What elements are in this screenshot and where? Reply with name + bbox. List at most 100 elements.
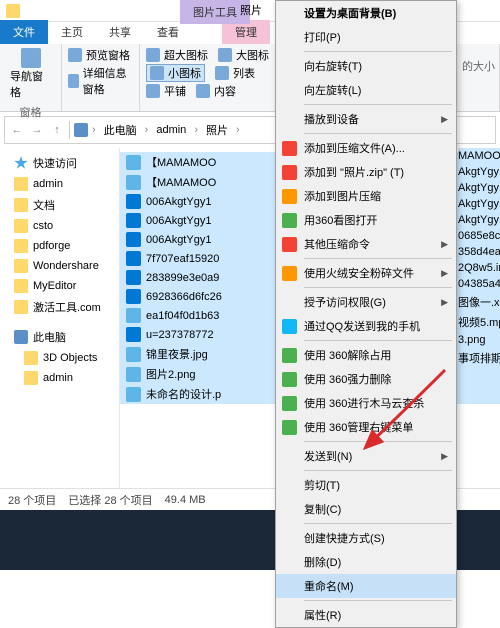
menu-item[interactable]: 设置为桌面背景(B) bbox=[276, 1, 456, 25]
nav-pane-button[interactable]: 导航窗格 bbox=[6, 46, 55, 102]
file-item[interactable]: 图像一.xcf bbox=[458, 292, 500, 312]
file-name: 图片2.png bbox=[146, 366, 196, 382]
menu-separator bbox=[304, 51, 452, 52]
menu-item[interactable]: 创建快捷方式(S) bbox=[276, 526, 456, 550]
file-item[interactable]: AkgtYgy1h bbox=[458, 212, 500, 228]
sidebar-item[interactable]: admin bbox=[0, 368, 119, 388]
menu-item[interactable]: 向右旋转(T) bbox=[276, 54, 456, 78]
preview-pane-icon bbox=[68, 48, 82, 62]
menu-item[interactable]: 添加到 "照片.zip" (T) bbox=[276, 160, 456, 184]
menu-item-label: 添加到图片压缩 bbox=[304, 188, 381, 204]
back-icon[interactable]: ← bbox=[9, 124, 25, 136]
menu-item-label: 其他压缩命令 bbox=[304, 236, 370, 252]
menu-item[interactable]: 使用 360进行木马云查杀 bbox=[276, 391, 456, 415]
file-name: 事项排期表 bbox=[458, 350, 500, 366]
file-item[interactable]: 358d4ea0e bbox=[458, 244, 500, 260]
menu-item-label: 设置为桌面背景(B) bbox=[304, 5, 396, 21]
sidebar-item[interactable]: pdforge bbox=[0, 236, 119, 256]
view-large[interactable]: 大图标 bbox=[218, 46, 269, 64]
file-name: 283899e3e0a9 bbox=[146, 272, 219, 284]
crumb-user[interactable]: admin bbox=[152, 122, 190, 138]
file-name: AkgtYgy1h bbox=[458, 214, 500, 226]
menu-item-label: 删除(D) bbox=[304, 554, 341, 570]
menu-item[interactable]: 属性(R) bbox=[276, 603, 456, 627]
submenu-arrow-icon: ▶ bbox=[441, 239, 448, 250]
crumb-this-pc[interactable]: 此电脑 bbox=[100, 120, 141, 140]
file-item[interactable]: 视频5.mp4 bbox=[458, 312, 500, 332]
view-list[interactable]: 列表 bbox=[215, 64, 255, 82]
menu-item[interactable]: 剪切(T) bbox=[276, 473, 456, 497]
file-name: 2Q8w5.im bbox=[458, 262, 500, 274]
sidebar-item[interactable]: 3D Objects bbox=[0, 348, 119, 368]
menu-item[interactable]: 向左旋转(L) bbox=[276, 78, 456, 102]
sidebar-item[interactable]: 文档 bbox=[0, 194, 119, 216]
sidebar-item[interactable]: Wondershare bbox=[0, 256, 119, 276]
file-item[interactable]: 0685e8ced bbox=[458, 228, 500, 244]
file-name: 6928366d6fc26 bbox=[146, 291, 222, 303]
menu-item[interactable]: 打印(P) bbox=[276, 25, 456, 49]
menu-separator bbox=[304, 470, 452, 471]
file-item[interactable]: AkgtYgy1h bbox=[458, 196, 500, 212]
file-item[interactable]: 事项排期表 bbox=[458, 348, 500, 368]
menu-item-label: 剪切(T) bbox=[304, 477, 340, 493]
forward-icon[interactable]: → bbox=[29, 124, 45, 136]
view-extra-large[interactable]: 超大图标 bbox=[146, 46, 208, 64]
menu-item[interactable]: 添加到图片压缩 bbox=[276, 184, 456, 208]
tab-share[interactable]: 共享 bbox=[96, 20, 144, 44]
file-item[interactable]: 2Q8w5.im bbox=[458, 260, 500, 276]
menu-item-label: 使用 360强力删除 bbox=[304, 371, 391, 387]
menu-item[interactable]: 发送到(N)▶ bbox=[276, 444, 456, 468]
file-item[interactable]: 04385a4a bbox=[458, 276, 500, 292]
context-menu: 设置为桌面背景(B) 打印(P) 向右旋转(T)向左旋转(L) 播放到设备▶ 添加到压缩… bbox=[275, 0, 457, 628]
sidebar-item[interactable]: csto bbox=[0, 216, 119, 236]
file-type-icon bbox=[126, 251, 141, 266]
menu-item[interactable]: 使用 360强力删除 bbox=[276, 367, 456, 391]
menu-item[interactable]: 复制(C) bbox=[276, 497, 456, 521]
menu-item[interactable]: 使用火绒安全粉碎文件▶ bbox=[276, 261, 456, 285]
menu-item[interactable]: 重命名(M) bbox=[276, 574, 456, 598]
menu-item[interactable]: 通过QQ发送到我的手机 bbox=[276, 314, 456, 338]
crumb-folder[interactable]: 照片 bbox=[202, 120, 232, 140]
menu-item-label: 创建快捷方式(S) bbox=[304, 530, 385, 546]
file-type-icon bbox=[126, 155, 141, 170]
sidebar-quick-access[interactable]: 快速访问 bbox=[0, 152, 119, 174]
menu-item[interactable]: 用360看图打开 bbox=[276, 208, 456, 232]
file-name: 006AkgtYgy1 bbox=[146, 215, 211, 227]
menu-item[interactable]: 其他压缩命令 ▶ bbox=[276, 232, 456, 256]
sidebar-item-label: admin bbox=[33, 178, 63, 190]
tab-file[interactable]: 文件 bbox=[0, 20, 48, 44]
menu-item[interactable]: 使用 360管理右键菜单 bbox=[276, 415, 456, 439]
details-pane-button[interactable]: 详细信息窗格 bbox=[68, 64, 133, 98]
pc-icon bbox=[74, 123, 88, 137]
file-item[interactable]: AkgtYgy1g bbox=[458, 180, 500, 196]
folder-icon bbox=[14, 198, 28, 212]
menu-item-label: 使用火绒安全粉碎文件 bbox=[304, 265, 414, 281]
view-small[interactable]: 小图标 bbox=[146, 64, 205, 82]
menu-item[interactable]: 删除(D) bbox=[276, 550, 456, 574]
folder-icon bbox=[24, 351, 38, 365]
menu-item-icon bbox=[282, 396, 297, 411]
up-icon[interactable]: ↑ bbox=[49, 124, 65, 136]
tab-home[interactable]: 主页 bbox=[48, 20, 96, 44]
sidebar-item[interactable]: 激活工具.com bbox=[0, 296, 119, 318]
menu-separator bbox=[304, 287, 452, 288]
view-tiles[interactable]: 平铺 bbox=[146, 82, 186, 100]
sidebar-item[interactable]: admin bbox=[0, 174, 119, 194]
file-name: u=237378772 bbox=[146, 329, 214, 341]
file-item[interactable]: AkgtYgy1g bbox=[458, 164, 500, 180]
menu-item-icon bbox=[282, 266, 297, 281]
file-item[interactable]: MAMOO bbox=[458, 148, 500, 164]
menu-item[interactable]: 播放到设备▶ bbox=[276, 107, 456, 131]
file-type-icon bbox=[126, 308, 141, 323]
sidebar-item[interactable]: MyEditor bbox=[0, 276, 119, 296]
status-selected: 已选择 28 个项目 bbox=[68, 492, 152, 508]
preview-pane-button[interactable]: 预览窗格 bbox=[68, 46, 133, 64]
sidebar-this-pc[interactable]: 此电脑 bbox=[0, 326, 119, 348]
menu-item[interactable]: 使用 360解除占用 bbox=[276, 343, 456, 367]
menu-item-label: 发送到(N) bbox=[304, 448, 352, 464]
menu-item-label: 复制(C) bbox=[304, 501, 341, 517]
menu-item[interactable]: 授予访问权限(G)▶ bbox=[276, 290, 456, 314]
menu-item[interactable]: 添加到压缩文件(A)... bbox=[276, 136, 456, 160]
file-item[interactable]: 3.png bbox=[458, 332, 500, 348]
view-content[interactable]: 内容 bbox=[196, 82, 236, 100]
